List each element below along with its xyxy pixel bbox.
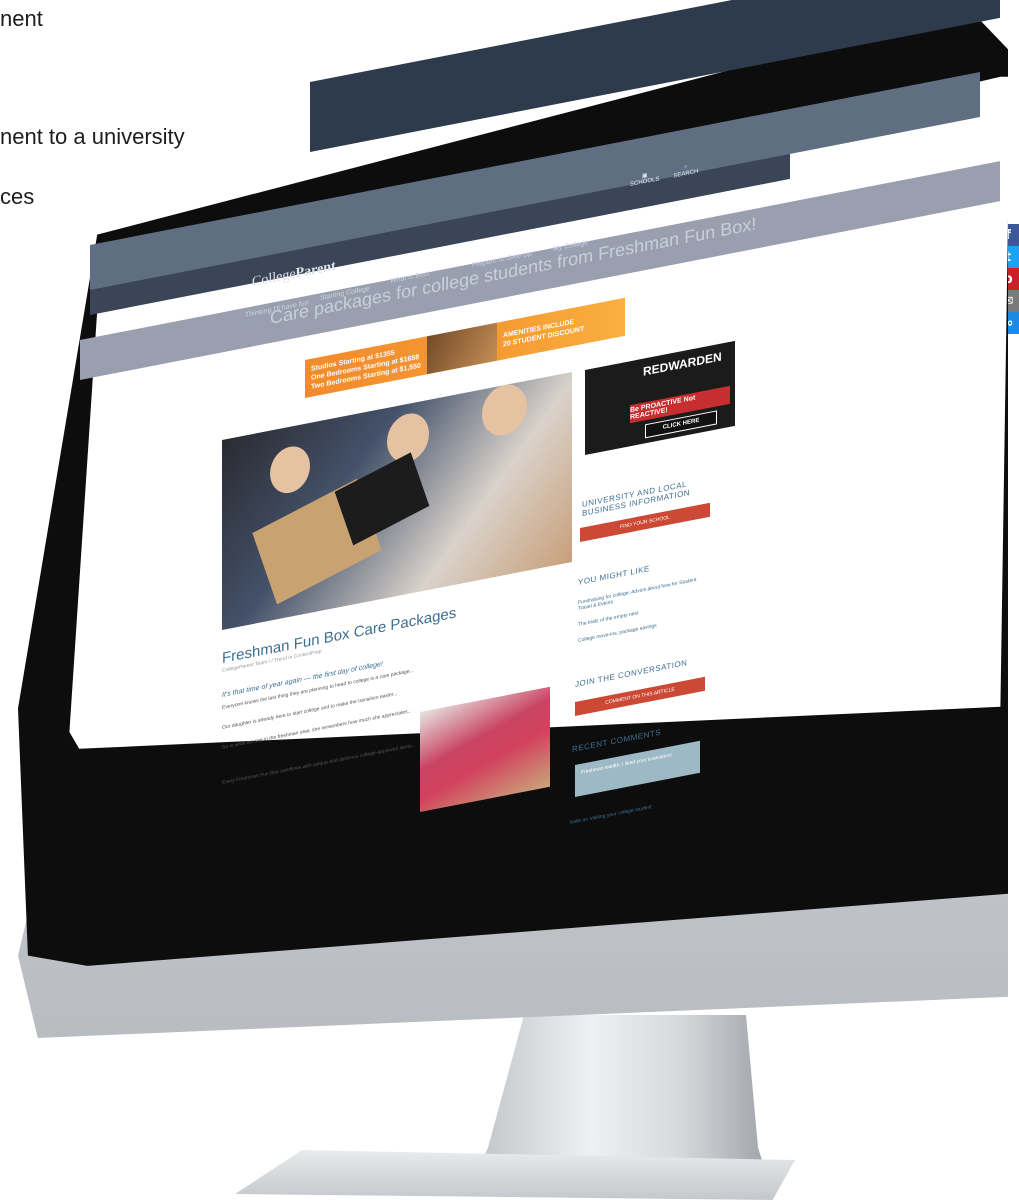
- person-face: [482, 380, 527, 440]
- article-paragraph: Every Freshman Fun Box overflows with un…: [222, 742, 416, 786]
- care-box-dark: [334, 452, 430, 546]
- screen: CollegeParent Thinking I'll have fun Lif…: [0, 0, 1019, 1202]
- banner-offer: AMENITIES INCLUDE 20 STUDENT DISCOUNT: [497, 315, 590, 351]
- recent-comment-author[interactable]: Kelle on Visiting your college student: [570, 804, 652, 826]
- person-face: [270, 442, 310, 497]
